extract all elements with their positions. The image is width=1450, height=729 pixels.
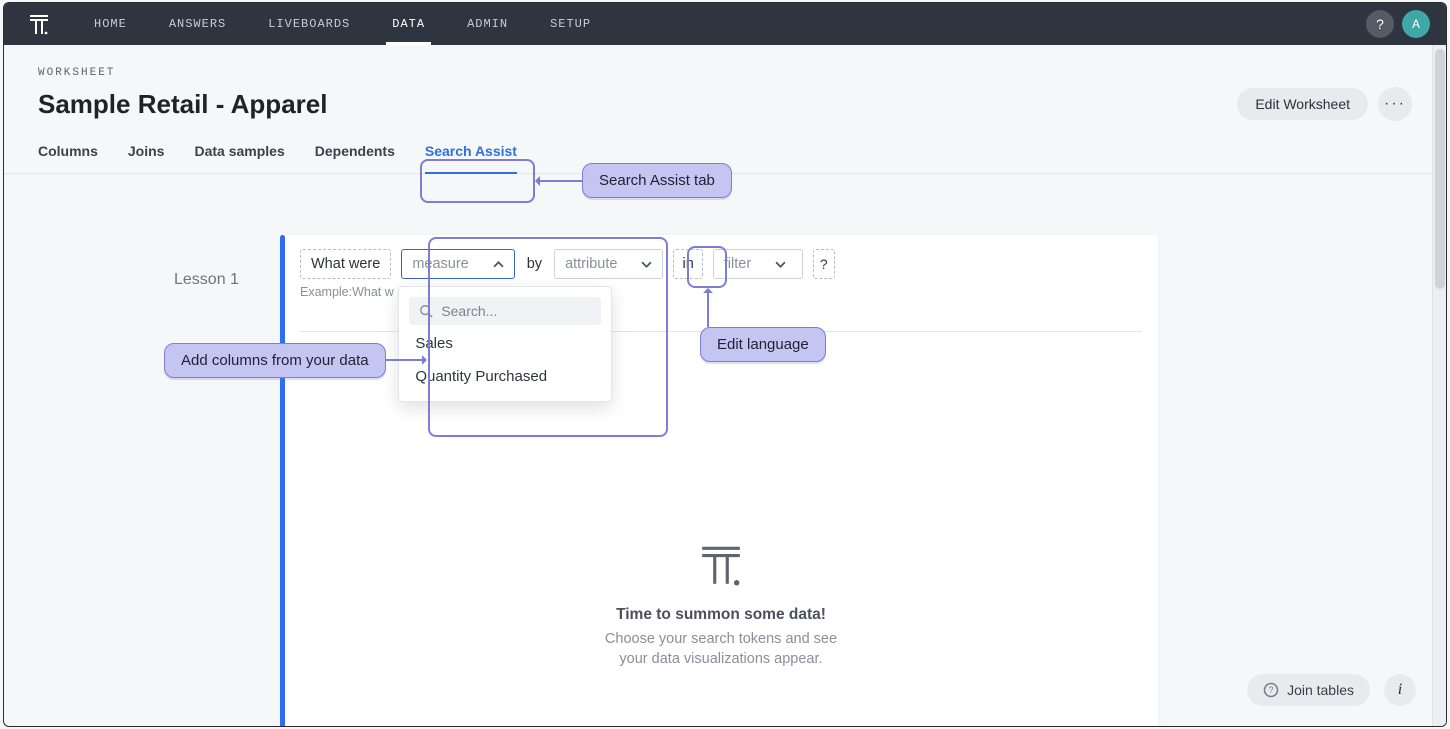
callout-search-assist-tab: Search Assist tab [582, 163, 732, 198]
nav-data[interactable]: DATA [386, 3, 431, 45]
app-logo-large-icon [695, 542, 747, 588]
scrollbar-thumb[interactable] [1435, 49, 1445, 289]
token-prefix[interactable]: What were [300, 249, 391, 279]
filter-select-placeholder: filter [724, 256, 751, 272]
topbar: HOME ANSWERS LIVEBOARDS DATA ADMIN SETUP… [4, 3, 1446, 45]
arrow-to-tab [538, 180, 582, 182]
empty-subtext: Choose your search tokens and see your d… [591, 630, 851, 669]
page-title: Sample Retail - Apparel [38, 89, 327, 120]
tab-data-samples[interactable]: Data samples [194, 143, 284, 173]
lesson-rail [280, 235, 285, 727]
measure-select-placeholder: measure [412, 256, 468, 272]
dropdown-option-sales[interactable]: Sales [409, 325, 601, 358]
floating-actions: ? Join tables i [1247, 674, 1416, 706]
dropdown-search-placeholder: Search... [441, 303, 497, 319]
app-logo-icon [26, 11, 52, 37]
more-menu-button[interactable]: ··· [1378, 87, 1412, 121]
tab-columns[interactable]: Columns [38, 143, 98, 173]
edit-worksheet-button[interactable]: Edit Worksheet [1237, 88, 1368, 120]
tab-dependents[interactable]: Dependents [315, 143, 395, 173]
lesson-label: Lesson 1 [174, 271, 239, 289]
chevron-down-icon [775, 259, 786, 270]
arrow-to-in-token [707, 291, 709, 327]
dropdown-search[interactable]: Search... [409, 297, 601, 325]
attribute-select[interactable]: attribute [554, 249, 663, 279]
nav-answers[interactable]: ANSWERS [163, 3, 232, 45]
measure-select[interactable]: measure Search... Sa [401, 249, 514, 279]
token-question[interactable]: ? [813, 249, 835, 279]
join-tables-label: Join tables [1287, 682, 1354, 698]
arrow-to-dropdown [384, 359, 424, 361]
info-button[interactable]: i [1384, 674, 1416, 706]
by-word: by [525, 256, 544, 272]
token-row: What were measure Search. [300, 249, 1142, 279]
token-in[interactable]: in [673, 249, 702, 279]
nav-setup[interactable]: SETUP [544, 3, 597, 45]
help-button[interactable]: ? [1366, 10, 1394, 38]
empty-headline: Time to summon some data! [616, 606, 826, 624]
callout-add-columns: Add columns from your data [164, 343, 386, 378]
chevron-up-icon [493, 259, 504, 270]
avatar[interactable]: A [1402, 10, 1430, 38]
measure-dropdown: Search... Sales Quantity Purchased [398, 286, 612, 402]
nav-liveboards[interactable]: LIVEBOARDS [262, 3, 356, 45]
attribute-select-placeholder: attribute [565, 256, 617, 272]
scrollbar[interactable] [1432, 45, 1446, 726]
lesson-panel: What were measure Search. [284, 235, 1158, 727]
callout-edit-language: Edit language [700, 327, 826, 362]
join-tables-button[interactable]: ? Join tables [1247, 674, 1370, 706]
tab-joins[interactable]: Joins [128, 143, 165, 173]
help-circle-icon: ? [1263, 682, 1279, 698]
page-header: WORKSHEET Sample Retail - Apparel Edit W… [4, 45, 1446, 121]
main-nav: HOME ANSWERS LIVEBOARDS DATA ADMIN SETUP [88, 3, 597, 45]
search-icon [419, 304, 433, 318]
dropdown-option-quantity[interactable]: Quantity Purchased [409, 358, 601, 391]
main-area: Lesson 1 What were measure [4, 203, 1432, 726]
svg-text:?: ? [1269, 685, 1274, 695]
nav-home[interactable]: HOME [88, 3, 133, 45]
chevron-down-icon [641, 259, 652, 270]
tab-search-assist[interactable]: Search Assist [425, 143, 517, 173]
breadcrumb: WORKSHEET [38, 67, 1412, 79]
empty-state: Time to summon some data! Choose your se… [300, 542, 1142, 669]
nav-admin[interactable]: ADMIN [461, 3, 514, 45]
filter-select[interactable]: filter [713, 249, 803, 279]
